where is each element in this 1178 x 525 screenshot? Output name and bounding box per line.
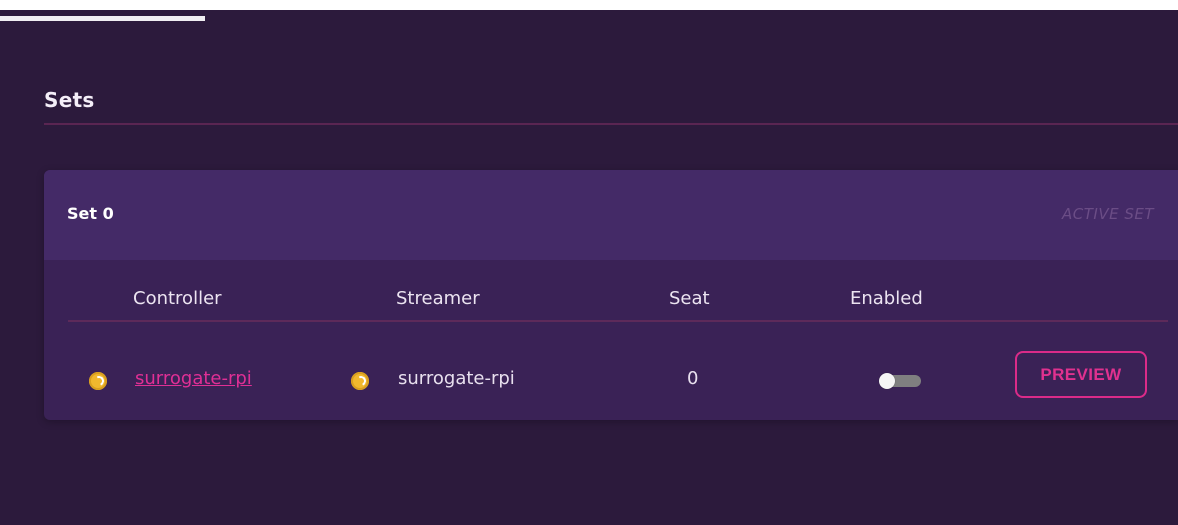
set-title: Set 0 <box>67 204 114 223</box>
active-set-label: ACTIVE SET <box>1062 205 1154 223</box>
column-header-seat: Seat <box>669 288 710 309</box>
column-header-controller: Controller <box>133 288 222 309</box>
preview-button[interactable]: PREVIEW <box>1015 351 1147 398</box>
toggle-knob <box>879 373 895 389</box>
page: Sets Set 0 ACTIVE SET Controller Streame… <box>0 10 1178 525</box>
streamer-status-icon <box>351 372 369 390</box>
column-header-enabled: Enabled <box>850 288 923 309</box>
section-title: Sets <box>44 88 95 112</box>
seat-value: 0 <box>687 368 699 389</box>
controller-status-icon <box>89 372 107 390</box>
set-header: Set 0 ACTIVE SET <box>44 170 1178 260</box>
streamer-name: surrogate-rpi <box>398 368 515 389</box>
column-header-streamer: Streamer <box>396 288 480 309</box>
enabled-toggle[interactable] <box>879 373 921 389</box>
set-card: Set 0 ACTIVE SET Controller Streamer Sea… <box>44 170 1178 420</box>
table-divider <box>68 320 1168 322</box>
section-divider <box>44 123 1178 125</box>
controller-link[interactable]: surrogate-rpi <box>135 368 252 389</box>
top-tab <box>0 16 205 21</box>
